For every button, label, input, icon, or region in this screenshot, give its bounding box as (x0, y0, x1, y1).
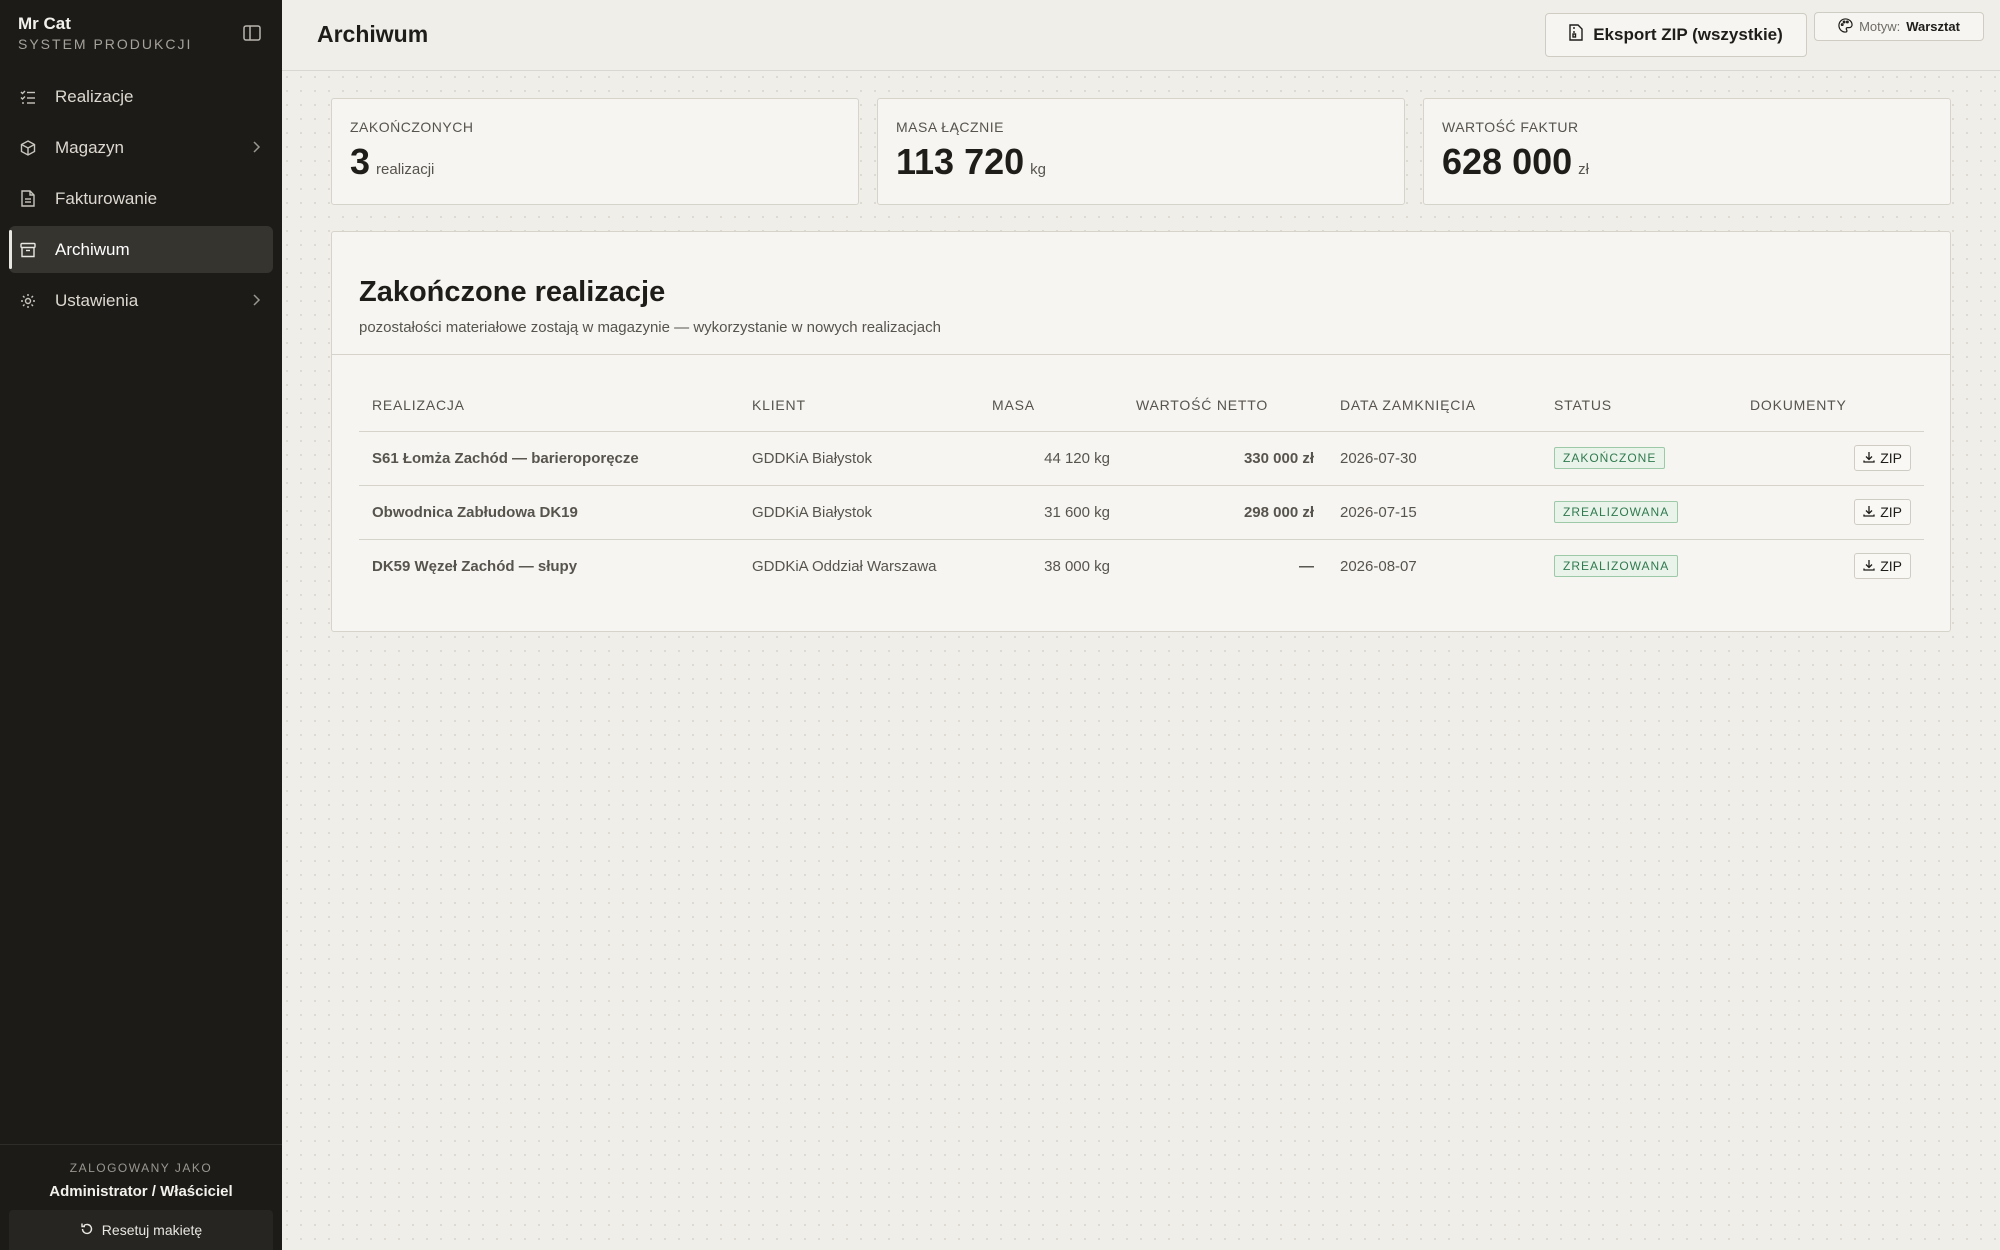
chevron-right-icon (251, 139, 261, 159)
column-header-klient[interactable]: KLIENT (739, 379, 979, 432)
zip-label: ZIP (1880, 450, 1902, 466)
cell-realizacja[interactable]: Obwodnica Zabłudowa DK19 (359, 485, 739, 540)
cell-data: 2026-07-15 (1327, 485, 1541, 540)
cell-klient: GDDKiA Białystok (739, 431, 979, 486)
column-header-data[interactable]: DATA ZAMKNIĘCIA (1327, 379, 1541, 432)
reset-label: Resetuj makietę (101, 1222, 203, 1238)
column-header-status[interactable]: STATUS (1541, 379, 1737, 432)
sidebar-item-archiwum[interactable]: Archiwum (9, 226, 273, 273)
cell-data: 2026-08-07 (1340, 557, 1417, 575)
stat-value: 628 000 (1442, 141, 1573, 182)
gear-icon (19, 292, 37, 310)
cell-status: ZREALIZOWANA (1541, 485, 1737, 540)
stat-label: MASA ŁĄCZNIE (896, 119, 1004, 135)
page-title: Archiwum (317, 21, 429, 47)
download-icon (1863, 504, 1875, 520)
status-badge: ZREALIZOWANA (1554, 555, 1679, 578)
stat-value: 113 720 (896, 141, 1025, 182)
card-title: Zakończone realizacje (359, 276, 666, 308)
cell-klient: GDDKiA Oddział Warszawa (752, 557, 937, 575)
palette-icon (1838, 17, 1853, 36)
package-icon (19, 139, 37, 157)
cell-dokumenty: ZIP (1737, 539, 1924, 593)
stat-unit: realizacji (376, 161, 435, 178)
table-row[interactable]: DK59 Węzeł Zachód — słupy GDDKiA Oddział… (359, 539, 1924, 593)
export-label: Eksport ZIP (wszystkie) (1593, 25, 1783, 44)
column-header-wartosc[interactable]: WARTOŚĆ NETTO (1123, 379, 1327, 432)
column-header-dokumenty: DOKUMENTY (1737, 379, 1924, 432)
cell-dokumenty: ZIP (1737, 485, 1924, 540)
cell-status: ZAKOŃCZONE (1541, 431, 1737, 486)
cell-masa: 44 120 kg (979, 431, 1123, 486)
list-check-icon (19, 88, 37, 106)
reset-mockup-button[interactable]: Resetuj makietę (9, 1210, 273, 1250)
zip-download-button[interactable]: ZIP (1854, 445, 1911, 471)
chevron-right-icon (251, 292, 261, 312)
column-header-masa[interactable]: MASA (979, 379, 1123, 432)
brand-name: Mr Cat (18, 14, 71, 33)
stat-value: 3 (350, 141, 371, 182)
stat-label: WARTOŚĆ FAKTUR (1442, 119, 1579, 135)
cell-dokumenty: ZIP (1737, 431, 1924, 486)
theme-label: Motyw: (1859, 19, 1901, 34)
cell-status: ZREALIZOWANA (1541, 539, 1737, 593)
sidebar-item-label: Realizacje (55, 86, 134, 106)
sidebar-item-label: Magazyn (55, 137, 124, 157)
cell-realizacja[interactable]: S61 Łomża Zachód — barieroporęcze (359, 431, 739, 486)
cell-wartosc: — (1299, 557, 1314, 575)
sidebar-item-fakturowanie[interactable]: Fakturowanie (9, 175, 273, 222)
sidebar-item-ustawienia[interactable]: Ustawienia (9, 277, 273, 324)
logged-in-user: Administrator / Właściciel (49, 1183, 233, 1200)
table-row[interactable]: S61 Łomża Zachód — barieroporęcze GDDKiA… (359, 431, 1924, 486)
card-subtitle: pozostałości materiałowe zostają w magaz… (359, 319, 941, 336)
top-header: Archiwum Eksport ZIP (wszystkie) Motyw: … (282, 0, 2000, 71)
cell-wartosc: 298 000 zł (1123, 485, 1327, 540)
cell-masa: 31 600 kg (979, 485, 1123, 540)
table-row[interactable]: Obwodnica Zabłudowa DK19 GDDKiA Białysto… (359, 485, 1924, 540)
sidebar: Mr Cat SYSTEM PRODUKCJI Realizacje Magaz… (0, 0, 282, 1250)
reset-icon (80, 1222, 94, 1239)
cell-klient: GDDKiA Białystok (739, 485, 979, 540)
sidebar-toggle-icon[interactable] (242, 24, 262, 42)
sidebar-item-label: Archiwum (55, 239, 130, 259)
cell-wartosc: 330 000 zł (1123, 431, 1327, 486)
zip-download-button[interactable]: ZIP (1854, 499, 1911, 525)
sidebar-footer: ZALOGOWANY JAKO Administrator / Właścici… (0, 1144, 282, 1250)
sidebar-nav: Realizacje Magazyn Fakturowanie Archiwum… (9, 73, 273, 328)
sidebar-item-magazyn[interactable]: Magazyn (9, 124, 273, 171)
download-icon (1863, 450, 1875, 466)
status-badge: ZREALIZOWANA (1554, 501, 1679, 523)
cell-masa: 38 000 kg (1044, 557, 1110, 575)
stat-card-completed: ZAKOŃCZONYCH 3 realizacji (331, 98, 859, 205)
stat-card-total-mass: MASA ŁĄCZNIE 113 720 kg (877, 98, 1405, 205)
zip-label: ZIP (1880, 504, 1902, 520)
table-header-row: REALIZACJA KLIENT MASA WARTOŚĆ NETTO DAT… (359, 379, 1924, 432)
cell-data: 2026-07-30 (1327, 431, 1541, 486)
sidebar-item-label: Fakturowanie (55, 188, 158, 208)
stat-label: ZAKOŃCZONYCH (350, 119, 474, 135)
stat-card-invoice-value: WARTOŚĆ FAKTUR 628 000 zł (1423, 98, 1951, 205)
sidebar-item-label: Ustawienia (55, 290, 139, 310)
theme-value: Warsztat (1906, 19, 1960, 34)
zip-label: ZIP (1880, 558, 1902, 575)
card-header: Zakończone realizacje pozostałości mater… (332, 232, 1950, 355)
archive-icon (19, 241, 37, 259)
completed-projects-card: Zakończone realizacje pozostałości mater… (331, 231, 1951, 632)
stat-unit: zł (1578, 161, 1589, 178)
export-zip-button[interactable]: Eksport ZIP (wszystkie) (1545, 13, 1807, 57)
document-icon (19, 190, 37, 208)
column-header-realizacja[interactable]: REALIZACJA (359, 379, 739, 432)
brand-subtitle: SYSTEM PRODUKCJI (18, 36, 193, 52)
status-badge: ZAKOŃCZONE (1554, 447, 1666, 469)
brand: Mr Cat SYSTEM PRODUKCJI (18, 14, 192, 52)
zip-download-button[interactable]: ZIP (1854, 553, 1911, 580)
download-icon (1863, 558, 1875, 574)
theme-switcher[interactable]: Motyw: Warsztat (1814, 12, 1984, 41)
archive-table: REALIZACJA KLIENT MASA WARTOŚĆ NETTO DAT… (359, 379, 1924, 593)
stat-unit: kg (1030, 161, 1046, 178)
sidebar-item-realizacje[interactable]: Realizacje (9, 73, 273, 120)
cell-realizacja[interactable]: DK59 Węzeł Zachód — słupy (359, 539, 739, 593)
logged-in-label: ZALOGOWANY JAKO (69, 1161, 213, 1175)
file-zip-icon (1569, 24, 1583, 46)
